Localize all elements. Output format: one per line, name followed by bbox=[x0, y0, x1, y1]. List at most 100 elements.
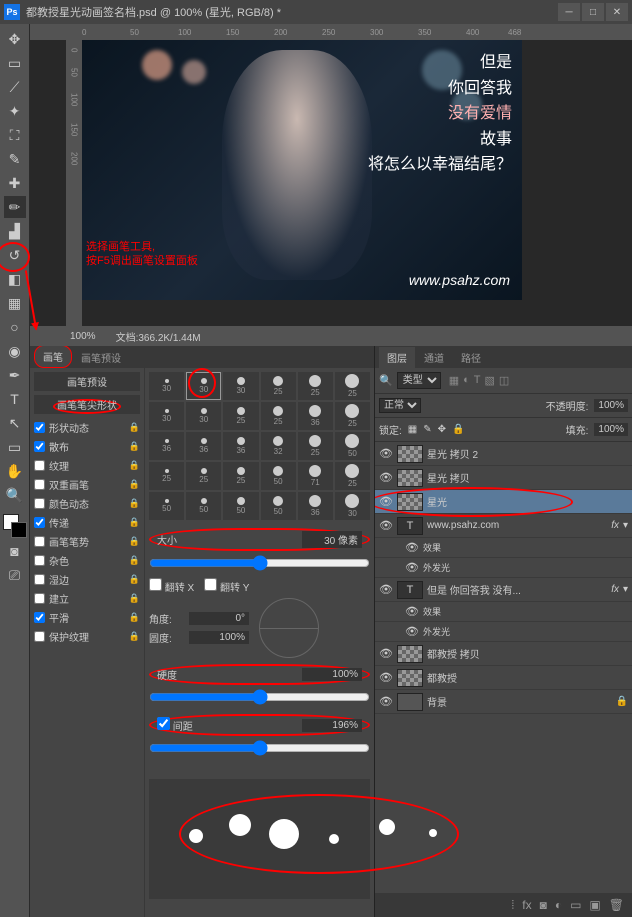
brush-option-0[interactable]: 形状动态🔒 bbox=[34, 418, 140, 437]
lock-pos-icon[interactable]: ✥ bbox=[438, 424, 446, 435]
filter-text-icon[interactable]: T bbox=[474, 374, 481, 387]
filter-shape-icon[interactable]: ▧ bbox=[485, 374, 495, 387]
tab-channels[interactable]: 通道 bbox=[416, 347, 452, 368]
background-swatch[interactable] bbox=[11, 522, 27, 538]
opacity-value[interactable]: 100% bbox=[594, 399, 628, 412]
layer-row[interactable]: 👁都教授 bbox=[375, 666, 632, 690]
layer-row[interactable]: 👁外发光 bbox=[375, 622, 632, 642]
screen-mode[interactable]: ⎚ bbox=[4, 564, 26, 586]
brush-tip-25[interactable]: 50 bbox=[186, 492, 221, 520]
tab-brush[interactable]: 画笔 bbox=[34, 345, 72, 368]
filter-image-icon[interactable]: ▦ bbox=[449, 374, 459, 387]
spacing-check[interactable]: 间距 bbox=[157, 717, 193, 733]
brush-tip-shape-button[interactable]: 画笔笔尖形状 bbox=[34, 395, 140, 414]
filter-smart-icon[interactable]: ◫ bbox=[499, 374, 509, 387]
blend-mode-select[interactable]: 正常 bbox=[379, 398, 421, 413]
layer-row[interactable]: 👁背景🔒 bbox=[375, 690, 632, 714]
filter-kind-select[interactable]: 类型 bbox=[397, 372, 441, 389]
brush-tip-6[interactable]: 30 bbox=[149, 402, 184, 430]
lock-all-icon[interactable]: 🔒 bbox=[452, 424, 464, 435]
brush-option-5[interactable]: 传递🔒 bbox=[34, 513, 140, 532]
zoom-tool[interactable]: 🔍 bbox=[4, 484, 26, 506]
brush-tip-23[interactable]: 25 bbox=[335, 462, 370, 490]
brush-option-2[interactable]: 纹理🔒 bbox=[34, 456, 140, 475]
brush-option-8[interactable]: 湿边🔒 bbox=[34, 570, 140, 589]
angle-preview-circle[interactable] bbox=[259, 598, 319, 658]
close-button[interactable]: ✕ bbox=[606, 3, 628, 21]
brush-tip-3[interactable]: 25 bbox=[261, 372, 296, 400]
path-tool[interactable]: ↖ bbox=[4, 412, 26, 434]
angle-value[interactable]: 0° bbox=[189, 612, 249, 625]
brush-tip-17[interactable]: 50 bbox=[335, 432, 370, 460]
blur-tool[interactable]: ○ bbox=[4, 316, 26, 338]
group-icon[interactable]: ▭ bbox=[570, 898, 581, 912]
shape-tool[interactable]: ▭ bbox=[4, 436, 26, 458]
mask-icon[interactable]: ◙ bbox=[540, 898, 547, 912]
lock-pixel-icon[interactable]: ✎ bbox=[423, 424, 431, 435]
brush-tip-24[interactable]: 50 bbox=[149, 492, 184, 520]
brush-option-7[interactable]: 杂色🔒 bbox=[34, 551, 140, 570]
hand-tool[interactable]: ✋ bbox=[4, 460, 26, 482]
filter-adjust-icon[interactable]: ◐ bbox=[463, 374, 470, 387]
tab-paths[interactable]: 路径 bbox=[453, 347, 489, 368]
hardness-value[interactable]: 100% bbox=[302, 668, 362, 681]
move-tool[interactable]: ✥ bbox=[4, 28, 26, 50]
brush-tip-20[interactable]: 25 bbox=[223, 462, 258, 490]
marquee-tool[interactable]: ▭ bbox=[4, 52, 26, 74]
tab-brush-presets[interactable]: 画笔预设 bbox=[73, 347, 129, 368]
brush-tip-13[interactable]: 36 bbox=[186, 432, 221, 460]
gradient-tool[interactable]: ▦ bbox=[4, 292, 26, 314]
type-tool[interactable]: T bbox=[4, 388, 26, 410]
brush-tip-7[interactable]: 30 bbox=[186, 402, 221, 430]
minimize-button[interactable]: ─ bbox=[558, 3, 580, 21]
brush-tip-2[interactable]: 30 bbox=[223, 372, 258, 400]
brush-tip-26[interactable]: 50 bbox=[223, 492, 258, 520]
brush-tip-28[interactable]: 36 bbox=[298, 492, 333, 520]
zoom-level[interactable]: 100% bbox=[70, 331, 96, 342]
layer-row[interactable]: 👁星光 bbox=[375, 490, 632, 514]
brush-tip-11[interactable]: 25 bbox=[335, 402, 370, 430]
brush-option-9[interactable]: 建立🔒 bbox=[34, 589, 140, 608]
layer-row[interactable]: 👁星光 拷贝 bbox=[375, 466, 632, 490]
brush-tip-5[interactable]: 25 bbox=[335, 372, 370, 400]
mask-mode[interactable]: ◙ bbox=[4, 540, 26, 562]
brush-tip-29[interactable]: 30 bbox=[335, 492, 370, 520]
brush-tip-19[interactable]: 25 bbox=[186, 462, 221, 490]
flip-x[interactable]: 翻转 X bbox=[149, 578, 194, 594]
flip-y[interactable]: 翻转 Y bbox=[204, 578, 249, 594]
brush-tip-8[interactable]: 25 bbox=[223, 402, 258, 430]
brush-tip-4[interactable]: 25 bbox=[298, 372, 333, 400]
brush-option-1[interactable]: 散布🔒 bbox=[34, 437, 140, 456]
brush-tip-16[interactable]: 25 bbox=[298, 432, 333, 460]
wand-tool[interactable]: ✦ bbox=[4, 100, 26, 122]
brush-tip-27[interactable]: 50 bbox=[261, 492, 296, 520]
link-icon[interactable]: ⦙ bbox=[512, 898, 515, 913]
delete-icon[interactable]: 🗑 bbox=[609, 898, 624, 912]
brush-option-10[interactable]: 平滑🔒 bbox=[34, 608, 140, 627]
brush-option-4[interactable]: 颜色动态🔒 bbox=[34, 494, 140, 513]
spacing-value[interactable]: 196% bbox=[302, 719, 362, 732]
pen-tool[interactable]: ✒ bbox=[4, 364, 26, 386]
eyedropper-tool[interactable]: ✎ bbox=[4, 148, 26, 170]
layer-row[interactable]: 👁效果 bbox=[375, 538, 632, 558]
brush-tip-grid[interactable]: 3030302525253030252536253636363225502525… bbox=[149, 372, 370, 520]
size-value[interactable]: 30 像素 bbox=[302, 531, 362, 548]
brush-tip-9[interactable]: 25 bbox=[261, 402, 296, 430]
roundness-value[interactable]: 100% bbox=[189, 631, 249, 644]
layer-row[interactable]: 👁星光 拷贝 2 bbox=[375, 442, 632, 466]
brush-tip-14[interactable]: 36 bbox=[223, 432, 258, 460]
layer-row[interactable]: 👁都教授 拷贝 bbox=[375, 642, 632, 666]
spacing-slider[interactable] bbox=[149, 740, 370, 756]
new-layer-icon[interactable]: ▣ bbox=[589, 898, 600, 912]
color-swatches[interactable] bbox=[3, 514, 27, 538]
brush-tip-18[interactable]: 25 bbox=[149, 462, 184, 490]
hardness-slider[interactable] bbox=[149, 689, 370, 705]
brush-tip-12[interactable]: 36 bbox=[149, 432, 184, 460]
brush-tip-21[interactable]: 50 bbox=[261, 462, 296, 490]
maximize-button[interactable]: □ bbox=[582, 3, 604, 21]
tab-layers[interactable]: 图层 bbox=[379, 347, 415, 368]
layer-row[interactable]: 👁Twww.psahz.comfx▾ bbox=[375, 514, 632, 538]
layer-row[interactable]: 👁外发光 bbox=[375, 558, 632, 578]
layer-row[interactable]: 👁效果 bbox=[375, 602, 632, 622]
fx-icon[interactable]: fx bbox=[522, 898, 531, 912]
